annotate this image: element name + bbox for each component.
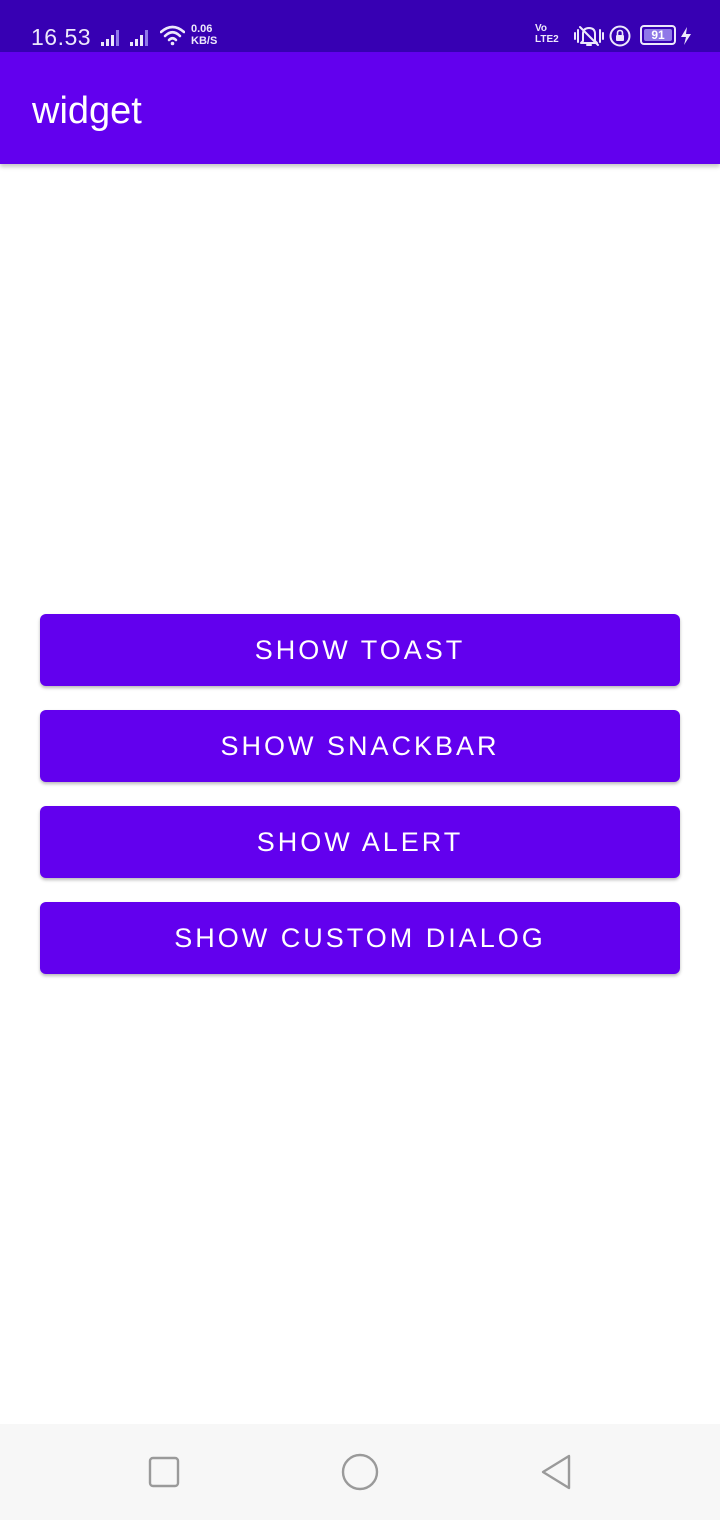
navigation-bar [0, 1424, 720, 1520]
status-bar: 16.53 0.06 KB/S Vo LTE2 91 [0, 0, 720, 52]
battery-icon: 91 [640, 25, 676, 45]
status-time: 16.53 [31, 24, 92, 50]
signal-icon [101, 30, 119, 46]
show-alert-button[interactable]: Show Alert [40, 806, 680, 878]
show-toast-button[interactable]: Show Toast [40, 614, 680, 686]
app-title: widget [32, 90, 142, 132]
rotation-lock-icon [609, 25, 631, 47]
home-icon[interactable] [336, 1448, 384, 1496]
battery-level: 91 [644, 29, 672, 41]
app-bar: widget [0, 52, 720, 164]
volte-bottom: LTE2 [535, 34, 559, 45]
network-speed: 0.06 KB/S [191, 23, 231, 47]
vibrate-icon [574, 26, 604, 46]
show-snackbar-button[interactable]: Show Snackbar [40, 710, 680, 782]
charging-icon [681, 27, 691, 45]
signal-icon [130, 30, 148, 46]
network-speed-unit: KB/S [191, 35, 218, 47]
network-speed-value: 0.06 [191, 23, 213, 35]
volte-indicator: Vo LTE2 [535, 23, 569, 45]
back-icon[interactable] [532, 1448, 580, 1496]
wifi-icon [160, 25, 185, 46]
volte-top: Vo [535, 23, 548, 34]
show-custom-dialog-button[interactable]: Show Custom Dialog [40, 902, 680, 974]
recent-apps-icon[interactable] [140, 1448, 188, 1496]
